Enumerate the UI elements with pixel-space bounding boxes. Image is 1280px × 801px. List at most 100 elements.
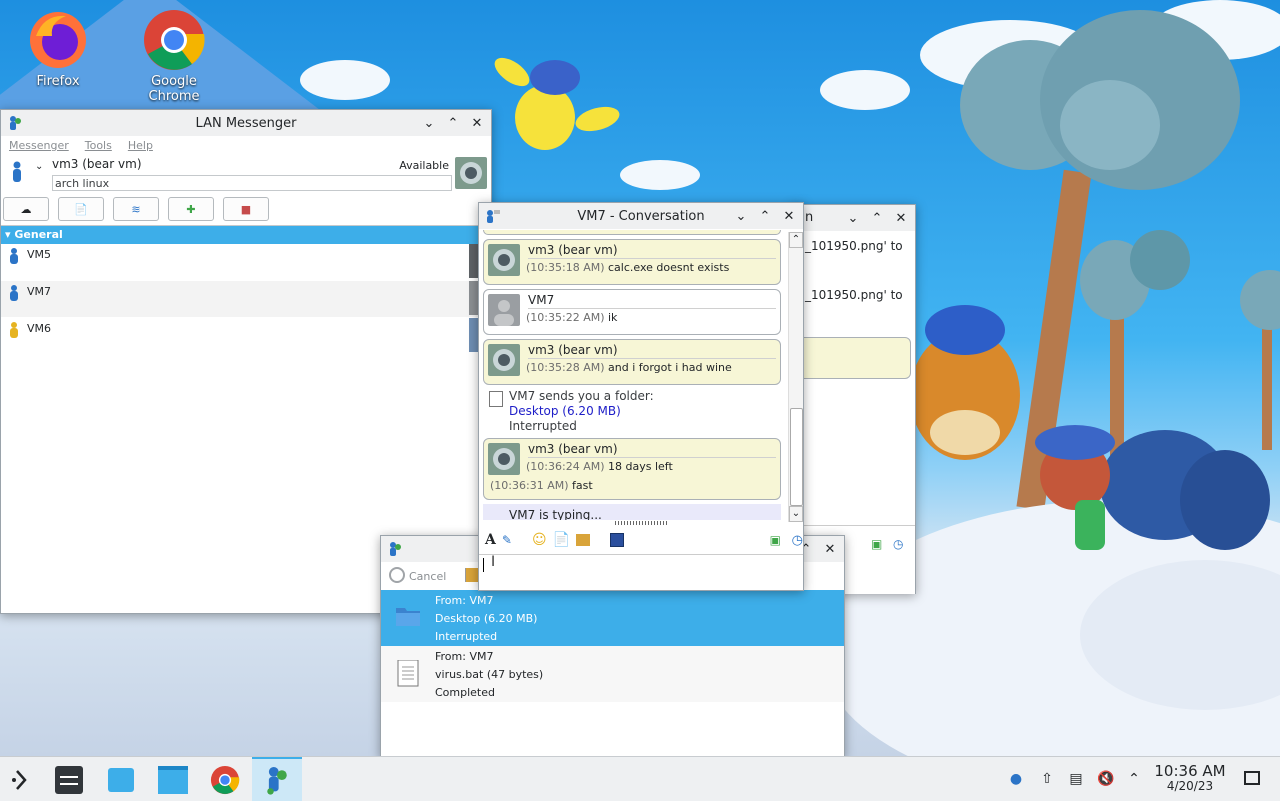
close-button[interactable]: ✕ — [820, 539, 840, 559]
application-launcher-button[interactable] — [4, 763, 38, 797]
close-button[interactable]: ✕ — [779, 206, 799, 226]
desktop-icon-google-chrome[interactable]: Google Chrome — [124, 8, 224, 104]
conversation-titlebar[interactable]: VM7 - Conversation ⌄ ⌃ ✕ — [479, 203, 803, 229]
font-icon[interactable]: A — [485, 532, 496, 548]
contact-name: VM6 — [27, 322, 52, 335]
lan-messenger-icon — [387, 541, 403, 557]
taskbar: ● ⇧ ▤ 🔇 ⌃ 10:36 AM 4/20/23 — [0, 756, 1280, 801]
tray-volume-muted-icon[interactable]: 🔇 — [1096, 769, 1116, 789]
minimize-button[interactable]: ⌄ — [419, 113, 439, 133]
contact-list: ▾ General VM5 VM7 VM6 — [1, 225, 491, 355]
minimize-button[interactable]: ⌄ — [731, 206, 751, 226]
contact-name: VM7 — [27, 285, 52, 298]
message-time: (10:35:22 AM) — [526, 311, 605, 324]
contact-status-icon — [9, 248, 19, 264]
menu-help[interactable]: Help — [128, 139, 153, 152]
file-transfer-icon — [489, 391, 503, 407]
minimize-button[interactable]: ⌄ — [843, 208, 863, 228]
message-text: fast — [572, 479, 593, 492]
message-bubble: vm3 (bear vm) (10:35:28 AM) and i forgot… — [483, 339, 781, 385]
history-icon[interactable]: ◷ — [792, 533, 803, 548]
avatar — [488, 244, 520, 276]
font-color-icon[interactable]: ✎ — [502, 533, 512, 547]
send-file-button[interactable]: 📄 — [58, 197, 104, 221]
contact-status-icon — [9, 322, 19, 338]
close-button[interactable]: ✕ — [467, 113, 487, 133]
message-text: calc.exe doesnt exists — [608, 261, 730, 274]
contact-vm5[interactable]: VM5 — [1, 244, 491, 281]
send-folder-icon[interactable] — [575, 534, 590, 546]
emoticon-icon[interactable]: ☺ — [532, 532, 547, 548]
add-contact-icon: ✚ — [186, 202, 196, 216]
close-button[interactable]: ✕ — [891, 208, 911, 228]
clock[interactable]: 10:36 AM 4/20/23 — [1150, 763, 1230, 793]
message-bubble: vm3 (bear vm) (10:36:24 AM) 18 days left… — [483, 438, 781, 500]
message-history[interactable]: vm3 (bear vm) (10:35:18 AM) calc.exe doe… — [479, 230, 787, 520]
group-header-general[interactable]: ▾ General — [1, 226, 491, 244]
contact-vm6[interactable]: VM6 — [1, 318, 491, 355]
history-icon[interactable]: ◷ — [893, 537, 903, 551]
desktop-icon-firefox[interactable]: Firefox — [8, 8, 108, 89]
cancel-button[interactable]: Cancel — [389, 567, 446, 584]
chat-bubble-icon: ☁ — [20, 202, 32, 216]
taskbar-settings-button[interactable] — [52, 763, 86, 797]
status-person-icon[interactable] — [11, 161, 23, 183]
transfer-file-name: virus.bat (47 bytes) — [435, 668, 544, 681]
settings-icon — [55, 766, 83, 794]
message-time: (10:35:18 AM) — [526, 261, 605, 274]
taskbar-chrome-button[interactable] — [208, 763, 242, 797]
splitter-handle[interactable] — [615, 521, 667, 525]
transfer-item[interactable]: From: VM7 Desktop (6.20 MB) Interrupted — [381, 590, 844, 646]
status-chevron-down-icon[interactable]: ⌄ — [35, 161, 43, 172]
personal-note-field[interactable] — [52, 175, 452, 191]
tray-lan-messenger-icon[interactable]: ● — [1006, 769, 1026, 789]
contact-vm7[interactable]: VM7 — [1, 281, 491, 318]
message-time: (10:35:28 AM) — [526, 361, 605, 374]
message-fragment: _101950.png' to — [805, 288, 903, 302]
message-input[interactable] — [479, 554, 803, 589]
messenger-titlebar[interactable]: LAN Messenger ⌄ ⌃ ✕ — [1, 110, 491, 136]
maximize-button[interactable]: ⌃ — [443, 113, 463, 133]
scroll-down-arrow[interactable]: ⌄ — [789, 506, 803, 522]
history-scrollbar[interactable]: ⌃ ⌄ — [788, 232, 803, 522]
folder-icon — [395, 604, 421, 628]
tray-updates-icon[interactable]: ⇧ — [1037, 769, 1057, 789]
transfer-folder-link[interactable]: Desktop (6.20 MB) — [509, 404, 781, 419]
avatar — [488, 443, 520, 475]
screenshot-icon[interactable]: ▣ — [871, 537, 882, 551]
avatar[interactable] — [455, 157, 487, 189]
group-button[interactable]: ■ — [223, 197, 269, 221]
menu-tools[interactable]: Tools — [85, 139, 112, 152]
message-line: (10:35:18 AM) calc.exe doesnt exists — [526, 261, 776, 274]
tray-clipboard-icon[interactable]: ▤ — [1066, 769, 1086, 789]
cancel-icon — [389, 567, 405, 583]
message-line: (10:35:22 AM) ik — [526, 311, 776, 324]
broadcast-button[interactable]: ≋ — [113, 197, 159, 221]
background-titlebar[interactable]: n ⌄ ⌃ ✕ — [791, 205, 915, 231]
save-icon[interactable] — [609, 533, 624, 547]
chrome-icon — [142, 8, 206, 72]
firefox-icon — [26, 8, 90, 72]
expand-triangle-icon: ▾ — [5, 228, 11, 241]
taskbar-lan-messenger-button[interactable] — [252, 757, 302, 801]
maximize-button[interactable]: ⌃ — [867, 208, 887, 228]
tray-expand-chevron-up-icon[interactable]: ⌃ — [1124, 769, 1144, 789]
transfer-item[interactable]: From: VM7 virus.bat (47 bytes) Completed — [381, 646, 844, 702]
group-icon: ■ — [240, 202, 252, 216]
chat-room-button[interactable]: ☁ — [3, 197, 49, 221]
add-contact-button[interactable]: ✚ — [168, 197, 214, 221]
screenshot-icon[interactable]: ▣ — [770, 533, 781, 547]
message-bubble: VM7 (10:35:22 AM) ik — [483, 289, 781, 335]
menu-messenger[interactable]: Messenger — [9, 139, 69, 152]
maximize-button[interactable]: ⌃ — [755, 206, 775, 226]
show-desktop-button[interactable] — [1244, 771, 1260, 785]
broadcast-icon: ≋ — [131, 202, 141, 216]
taskbar-discover-button[interactable] — [104, 763, 138, 797]
scroll-thumb[interactable] — [790, 408, 803, 506]
message-sender: vm3 (bear vm) — [528, 442, 776, 458]
scroll-up-arrow[interactable]: ⌃ — [789, 232, 803, 248]
taskbar-files-button[interactable] — [156, 763, 190, 797]
messenger-toolbar: ☁ 📄 ≋ ✚ ■ — [1, 195, 491, 225]
send-file-icon[interactable]: 📄 — [553, 532, 570, 548]
transfer-file-name: Desktop (6.20 MB) — [435, 612, 538, 625]
